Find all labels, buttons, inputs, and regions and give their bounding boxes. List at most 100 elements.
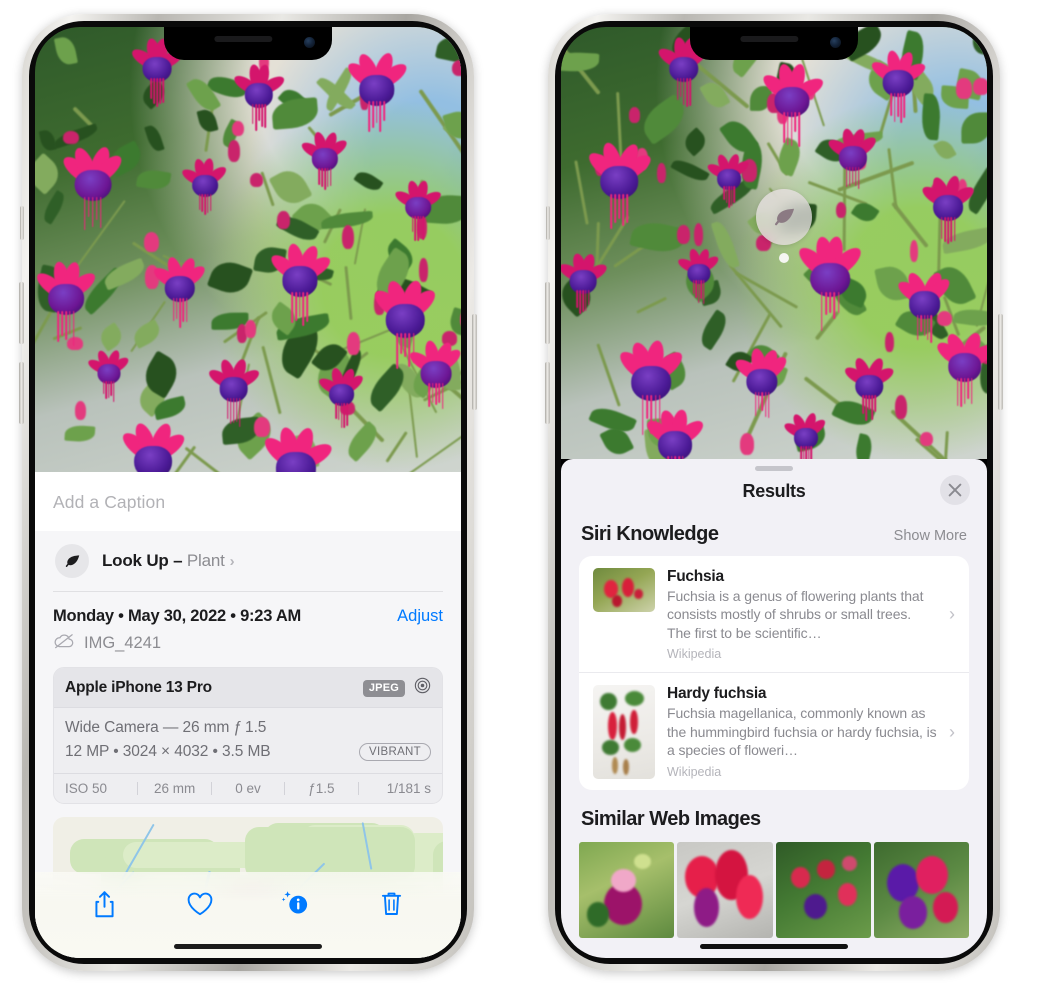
web-image-4[interactable] xyxy=(873,842,969,939)
thumbnail-flower xyxy=(622,758,629,775)
screen-right: Results Siri Knowledge Show More Fuchsia… xyxy=(561,27,987,958)
thumbnail-flower xyxy=(624,738,642,753)
thumbnail-flower xyxy=(611,595,622,607)
thumbnail-flower xyxy=(607,711,617,740)
flower-decoration xyxy=(256,423,336,472)
thumbnail-flower xyxy=(790,867,810,889)
volume-up-button-left[interactable] xyxy=(19,282,24,344)
favorite-button[interactable] xyxy=(178,884,222,924)
bud-decoration xyxy=(143,231,159,253)
section-title: Similar Web Images xyxy=(581,808,761,831)
filename-row: IMG_4241 xyxy=(35,630,461,667)
result-text: Hardy fuchsia Fuchsia magellanica, commo… xyxy=(667,685,937,778)
exif-focal: 26 mm xyxy=(153,781,196,797)
bud-decoration xyxy=(956,77,972,99)
home-indicator-left[interactable] xyxy=(174,944,322,949)
chevron-right-icon: › xyxy=(949,604,955,625)
filename: IMG_4241 xyxy=(84,634,162,652)
power-button-right[interactable] xyxy=(998,314,1003,410)
flower-decoration xyxy=(825,126,881,192)
list-item[interactable]: Fuchsia Fuchsia is a genus of flowering … xyxy=(579,556,969,672)
flower-decoration xyxy=(931,329,987,407)
delete-button[interactable] xyxy=(369,884,413,924)
thumbnail-flower xyxy=(625,691,644,707)
caption-input[interactable]: Add a Caption xyxy=(35,472,461,531)
format-badge: JPEG xyxy=(362,679,405,697)
flower-decoration xyxy=(56,143,130,231)
result-thumbnail xyxy=(593,568,655,612)
power-button-left[interactable] xyxy=(472,314,477,410)
front-camera-icon xyxy=(830,37,841,48)
thumbnail-flower xyxy=(633,589,643,599)
sparkles-icon xyxy=(35,531,45,548)
bud-decoration xyxy=(244,320,256,338)
screen-left: Add a Caption Look Up – Plant › Monday •… xyxy=(35,27,461,958)
volume-down-button-right[interactable] xyxy=(545,362,550,424)
exif-card-header: Apple iPhone 13 Pro JPEG xyxy=(54,668,442,708)
chevron-right-icon: › xyxy=(949,721,955,742)
close-button[interactable] xyxy=(940,475,970,505)
flower-decoration xyxy=(757,61,827,148)
bud-decoration xyxy=(74,400,87,420)
flower-decoration xyxy=(205,356,262,427)
web-image-3[interactable] xyxy=(775,842,871,939)
list-item[interactable]: Hardy fuchsia Fuchsia magellanica, commo… xyxy=(579,672,969,790)
photographic-style-badge: VIBRANT xyxy=(359,743,431,762)
exif-card[interactable]: Apple iPhone 13 Pro JPEG Wide Camera — 2… xyxy=(53,667,443,805)
silent-switch-left[interactable] xyxy=(20,206,24,240)
visual-look-up-badge[interactable] xyxy=(756,189,812,245)
result-description: Fuchsia magellanica, commonly known as t… xyxy=(667,705,937,759)
flower-decoration xyxy=(731,346,793,419)
results-title: Results xyxy=(742,481,806,501)
home-indicator-right[interactable] xyxy=(700,944,848,949)
flower-decoration xyxy=(791,234,870,331)
photo-viewer[interactable] xyxy=(35,27,461,472)
exif-aperture: ƒ1.5 xyxy=(308,781,335,797)
earpiece-speaker-icon xyxy=(214,36,273,42)
exif-shutter: 1/181 s xyxy=(386,781,432,797)
web-image-1[interactable] xyxy=(579,842,675,939)
show-more-button[interactable]: Show More xyxy=(894,528,967,544)
chevron-right-icon: › xyxy=(229,553,235,570)
section-title: Siri Knowledge xyxy=(581,523,719,545)
result-source: Wikipedia xyxy=(667,764,722,779)
flower-decoration xyxy=(116,418,192,472)
siri-knowledge-list: Fuchsia Fuchsia is a genus of flowering … xyxy=(579,556,969,791)
flower-decoration xyxy=(150,254,211,328)
look-up-label: Look Up – Plant › xyxy=(102,551,235,571)
adjust-button[interactable]: Adjust xyxy=(397,607,443,626)
exif-exposure: 0 ev xyxy=(235,781,261,797)
visual-look-up-anchor-dot xyxy=(779,253,789,263)
thumbnail-flower xyxy=(634,853,652,870)
share-button[interactable] xyxy=(83,884,127,924)
exif-header-badges: JPEG xyxy=(362,677,431,699)
thumbnail-flower xyxy=(601,739,620,755)
bud-decoration xyxy=(973,77,987,95)
exif-card-body: Wide Camera — 26 mm ƒ 1.5 12 MP • 3024 ×… xyxy=(54,708,442,773)
leaf-icon xyxy=(55,544,89,578)
silent-switch-right[interactable] xyxy=(546,206,550,240)
web-image-2[interactable] xyxy=(677,842,773,939)
volume-down-button-left[interactable] xyxy=(19,362,24,424)
lens-info: Wide Camera — 26 mm ƒ 1.5 xyxy=(65,719,267,736)
cloud-slash-icon xyxy=(53,633,75,654)
thumbnail-flower xyxy=(736,875,763,920)
volume-up-button-right[interactable] xyxy=(545,282,550,344)
front-camera-icon xyxy=(304,37,315,48)
thumbnail-flower xyxy=(932,892,958,924)
bud-decoration xyxy=(693,222,704,247)
flower-decoration xyxy=(341,49,412,133)
iphone-left: Add a Caption Look Up – Plant › Monday •… xyxy=(19,14,477,971)
info-button[interactable] xyxy=(274,884,318,924)
notch-right xyxy=(690,27,858,60)
exif-iso: ISO 50 xyxy=(65,781,108,797)
thumbnail-flower xyxy=(817,859,835,879)
results-sheet: Results Siri Knowledge Show More Fuchsia… xyxy=(561,459,987,958)
siri-knowledge-header: Siri Knowledge Show More xyxy=(561,514,987,556)
thumbnail-flower xyxy=(586,901,610,927)
result-title: Fuchsia xyxy=(667,568,724,585)
look-up-row[interactable]: Look Up – Plant › xyxy=(35,531,461,591)
similar-web-images-strip[interactable] xyxy=(561,842,987,939)
exif-stats-row: ISO 50 26 mm 0 ev ƒ1.5 1/181 s xyxy=(54,773,442,803)
camera-model: Apple iPhone 13 Pro xyxy=(65,679,212,696)
